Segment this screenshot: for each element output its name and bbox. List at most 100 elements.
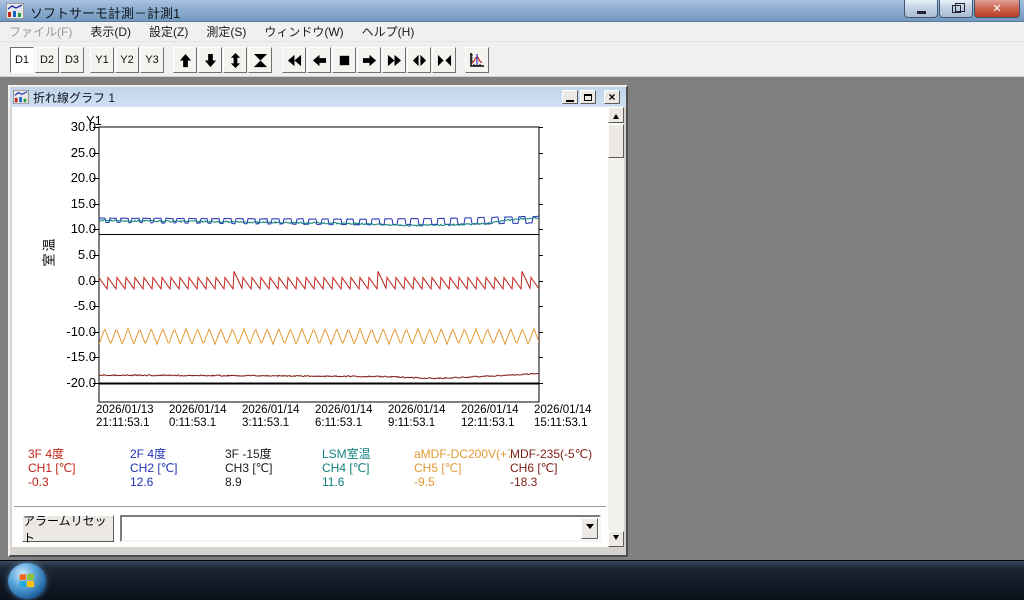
fast-forward-button[interactable]: [382, 47, 406, 73]
channel-name: LSM室温: [322, 447, 414, 461]
minimize-button[interactable]: [904, 0, 938, 18]
graph-close-icon: ×: [608, 90, 615, 104]
menu-bar: ファイル(F)表示(D)設定(Z)測定(S)ウィンドウ(W)ヘルプ(H): [0, 22, 1024, 42]
x-tick-label: 2026/01/14 3:11:53.1: [242, 404, 315, 430]
data-select-button[interactable]: D1: [10, 47, 34, 73]
data-select-button[interactable]: D3: [60, 47, 84, 73]
scroll-up-button[interactable]: [173, 47, 197, 73]
x-tick-label: 2026/01/14 15:11:53.1: [534, 404, 607, 430]
x-tick-label: 2026/01/14 12:11:53.1: [461, 404, 534, 430]
alarm-reset-button[interactable]: アラームリセット: [22, 515, 114, 542]
scroll-up-arrow[interactable]: [608, 107, 624, 123]
arrow-right-icon: [362, 53, 377, 68]
start-button[interactable]: [8, 563, 46, 599]
y-axis-select-button[interactable]: Y2: [115, 47, 139, 73]
mdi-workspace: 折れ線グラフ 1 × Y1 室温 30.025.020.015.010.05.0…: [0, 77, 1024, 560]
menu-item[interactable]: ヘルプ(H): [353, 21, 424, 42]
x-tick-date: 2026/01/14: [315, 404, 388, 417]
scroll-down-arrow[interactable]: [608, 531, 624, 547]
compress-horizontal-icon: [437, 53, 452, 68]
expand-vertical-button[interactable]: [223, 47, 247, 73]
menu-item[interactable]: 測定(S): [197, 21, 255, 42]
channel-value: -9.5: [414, 475, 510, 489]
x-tick-time: 9:11:53.1: [388, 417, 461, 430]
channel-value: 8.9: [225, 475, 322, 489]
app-icon: [6, 3, 24, 19]
alarm-combo-dropdown-button[interactable]: [581, 518, 598, 539]
channel-name: 2F 4度: [130, 447, 225, 461]
x-tick-time: 12:11:53.1: [461, 417, 534, 430]
scroll-down-button[interactable]: [198, 47, 222, 73]
graph-window: 折れ線グラフ 1 × Y1 室温 30.025.020.015.010.05.0…: [8, 85, 628, 557]
x-tick-date: 2026/01/14: [534, 404, 607, 417]
triangle-down-icon: [613, 535, 619, 543]
chevron-down-icon: [586, 524, 594, 533]
graph-minimize-icon: [566, 100, 574, 102]
menu-item[interactable]: ウィンドウ(W): [255, 21, 352, 42]
stop-button[interactable]: [332, 47, 356, 73]
vertical-scrollbar[interactable]: [608, 107, 624, 547]
vertical-scroll-thumb[interactable]: [608, 124, 624, 158]
main-title-bar: ソフトサーモ計測－計測1 ✕: [0, 0, 1024, 22]
x-tick-time: 21:11:53.1: [96, 417, 169, 430]
x-tick-date: 2026/01/14: [169, 404, 242, 417]
x-tick-time: 0:11:53.1: [169, 417, 242, 430]
y-axis-select-button[interactable]: Y1: [90, 47, 114, 73]
window-title: ソフトサーモ計測－計測1: [30, 3, 180, 22]
expand-horizontal-icon: [412, 53, 427, 68]
x-tick-time: 6:11:53.1: [315, 417, 388, 430]
x-tick-date: 2026/01/14: [242, 404, 315, 417]
channel-legend-item: 3F -15度 CH3 [℃] 8.9: [225, 447, 322, 489]
graph-settings-icon: [469, 52, 485, 68]
arrow-up-icon: [178, 53, 193, 68]
fast-forward-icon: [387, 53, 402, 68]
horizontal-nav-group: [282, 47, 457, 73]
graph-settings-button[interactable]: [465, 47, 489, 73]
x-tick-time: 15:11:53.1: [534, 417, 607, 430]
graph-close-button[interactable]: ×: [604, 90, 620, 104]
graph-window-title: 折れ線グラフ 1: [33, 89, 115, 106]
expand-horizontal-button[interactable]: [407, 47, 431, 73]
menu-item[interactable]: 設定(Z): [140, 21, 197, 42]
expand-vertical-icon: [228, 53, 243, 68]
step-back-button[interactable]: [307, 47, 331, 73]
alarm-combo-box[interactable]: [120, 515, 601, 542]
y-axis-select-button[interactable]: Y3: [140, 47, 164, 73]
data-select-button[interactable]: D2: [35, 47, 59, 73]
channel-name: MDF-235(-5℃): [510, 447, 592, 461]
compress-horizontal-button[interactable]: [432, 47, 456, 73]
separator: [14, 506, 606, 508]
channel-id: CH5 [℃]: [414, 461, 510, 475]
step-forward-button[interactable]: [357, 47, 381, 73]
close-icon: ✕: [992, 2, 1001, 15]
vertical-nav-group: [173, 47, 273, 73]
triangle-up-icon: [613, 111, 619, 119]
menu-item[interactable]: 表示(D): [81, 21, 140, 42]
x-tick-label: 2026/01/13 21:11:53.1: [96, 404, 169, 430]
fast-back-button[interactable]: [282, 47, 306, 73]
graph-window-title-bar[interactable]: 折れ線グラフ 1: [10, 87, 626, 107]
graph-maximize-button[interactable]: [580, 90, 596, 104]
channel-value: 11.6: [322, 475, 414, 489]
restore-button[interactable]: [939, 0, 973, 18]
x-tick-label: 2026/01/14 9:11:53.1: [388, 404, 461, 430]
graph-client-area: Y1 室温 30.025.020.015.010.05.00.0-5.0-10.…: [12, 107, 608, 547]
channel-legend-item: 2F 4度 CH2 [℃] 12.6: [130, 447, 225, 489]
channel-legend-item: LSM室温 CH4 [℃] 11.6: [322, 447, 414, 489]
x-axis-labels: 2026/01/13 21:11:53.1 2026/01/14 0:11:53…: [96, 404, 607, 430]
channel-legend-item: aMDF-DC200V(+7 CH5 [℃] -9.5: [414, 447, 510, 489]
windows-logo-icon: [20, 574, 36, 589]
channel-name: aMDF-DC200V(+7: [414, 447, 510, 461]
x-tick-label: 2026/01/14 0:11:53.1: [169, 404, 242, 430]
x-tick-date: 2026/01/14: [461, 404, 534, 417]
close-button[interactable]: ✕: [974, 0, 1020, 18]
compress-vertical-button[interactable]: [248, 47, 272, 73]
minimize-icon: [917, 11, 926, 14]
channel-legend: 3F 4度 CH1 [℃] -0.3 2F 4度 CH2 [℃] 12.6 3F…: [28, 447, 608, 489]
menu-item[interactable]: ファイル(F): [0, 21, 81, 42]
graph-minimize-button[interactable]: [562, 90, 578, 104]
x-tick-date: 2026/01/14: [388, 404, 461, 417]
toolbar: D1D2D3 Y1Y2Y3: [0, 42, 1024, 77]
channel-name: 3F -15度: [225, 447, 322, 461]
x-tick-label: 2026/01/14 6:11:53.1: [315, 404, 388, 430]
